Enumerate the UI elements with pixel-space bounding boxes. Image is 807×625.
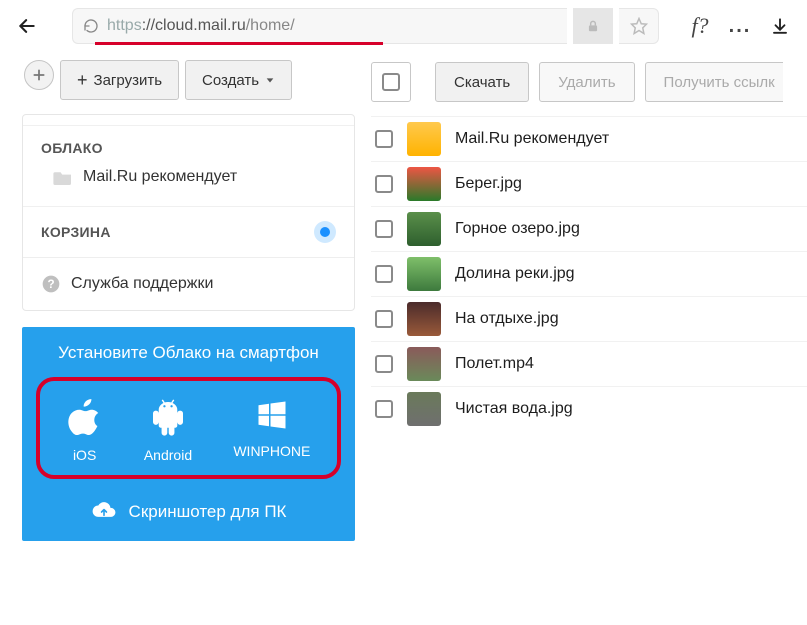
file-name: Долина реки.jpg — [455, 265, 575, 283]
file-checkbox[interactable] — [375, 220, 393, 238]
file-row[interactable]: Чистая вода.jpg — [371, 386, 807, 431]
sidebar-card: ОБЛАКО Mail.Ru рекомендует КОРЗИНА ? Слу… — [22, 114, 355, 311]
screenshoter-label: Скриншотер для ПК — [129, 502, 287, 522]
radio-indicator — [314, 221, 336, 243]
file-thumbnail — [407, 167, 441, 201]
download-icon — [771, 17, 789, 35]
file-thumbnail — [407, 347, 441, 381]
upload-button[interactable]: + Загрузить — [60, 60, 179, 100]
file-name: Mail.Ru рекомендует — [455, 130, 609, 148]
back-button[interactable] — [10, 9, 44, 43]
platform-box: iOS Android WINPHONE — [36, 377, 341, 479]
file-name: На отдыхе.jpg — [455, 310, 559, 328]
file-thumbnail — [407, 392, 441, 426]
browser-bar: https://cloud.mail.ru/home/ f? ... — [0, 0, 807, 52]
arrow-left-icon — [17, 16, 37, 36]
folder-icon — [53, 169, 73, 185]
file-row[interactable]: На отдыхе.jpg — [371, 296, 807, 341]
bookmark-button[interactable] — [619, 8, 659, 44]
file-name: Берег.jpg — [455, 175, 522, 193]
delete-button[interactable]: Удалить — [539, 62, 634, 102]
platform-label: Android — [144, 447, 192, 463]
file-checkbox[interactable] — [375, 355, 393, 373]
cloud-header: ОБЛАКО — [41, 140, 336, 156]
lock-icon — [586, 19, 600, 33]
new-round-button[interactable] — [24, 60, 54, 90]
file-thumbnail — [407, 212, 441, 246]
action-row: + Загрузить Создать — [22, 60, 355, 100]
file-checkbox[interactable] — [375, 310, 393, 328]
platform-label: iOS — [73, 447, 96, 463]
file-row[interactable]: Долина реки.jpg — [371, 251, 807, 296]
file-checkbox[interactable] — [375, 400, 393, 418]
promo-card: Установите Облако на смартфон iOS Androi… — [22, 327, 355, 541]
file-row[interactable]: Горное озеро.jpg — [371, 206, 807, 251]
svg-text:?: ? — [47, 278, 54, 291]
select-all-checkbox[interactable] — [371, 62, 411, 102]
font-tool[interactable]: f? — [683, 9, 717, 43]
trash-header[interactable]: КОРЗИНА — [41, 221, 336, 243]
help-icon: ? — [41, 274, 61, 294]
promo-title: Установите Облако на смартфон — [36, 343, 341, 363]
file-name: Полет.mp4 — [455, 355, 534, 373]
windows-icon — [254, 397, 290, 433]
file-name: Горное озеро.jpg — [455, 220, 580, 238]
android-icon — [150, 397, 186, 437]
reload-icon — [83, 18, 99, 34]
upload-label: Загрузить — [94, 72, 163, 89]
cloud-icon — [91, 501, 117, 523]
apple-icon — [67, 397, 103, 437]
support-link[interactable]: ? Служба поддержки — [23, 257, 354, 310]
right-column: Скачать Удалить Получить ссылк Mail.Ru р… — [365, 60, 807, 625]
sidebar-item-label: Mail.Ru рекомендует — [83, 168, 237, 186]
platform-android[interactable]: Android — [144, 397, 192, 463]
get-link-button[interactable]: Получить ссылк — [645, 62, 783, 102]
folder-icon — [407, 122, 441, 156]
support-label: Служба поддержки — [71, 275, 213, 293]
file-checkbox[interactable] — [375, 130, 393, 148]
file-checkbox[interactable] — [375, 265, 393, 283]
file-thumbnail — [407, 257, 441, 291]
file-toolbar: Скачать Удалить Получить ссылк — [371, 60, 807, 116]
platform-label: WINPHONE — [233, 443, 310, 459]
lock-button[interactable] — [573, 8, 613, 44]
file-name: Чистая вода.jpg — [455, 400, 573, 418]
chevron-down-icon — [265, 75, 275, 85]
plus-icon — [32, 68, 46, 82]
more-menu[interactable]: ... — [723, 9, 757, 43]
sidebar-item-recommendation[interactable]: Mail.Ru рекомендует — [41, 156, 336, 192]
content: + Загрузить Создать ОБЛАКО Mail.Ru реком… — [0, 52, 807, 625]
file-row[interactable]: Берег.jpg — [371, 161, 807, 206]
file-list: Mail.Ru рекомендует Берег.jpg Горное озеро… — [371, 116, 807, 431]
downloads-button[interactable] — [763, 9, 797, 43]
create-label: Создать — [202, 72, 259, 89]
platform-ios[interactable]: iOS — [67, 397, 103, 463]
platform-winphone[interactable]: WINPHONE — [233, 397, 310, 463]
left-column: + Загрузить Создать ОБЛАКО Mail.Ru реком… — [0, 60, 365, 625]
file-thumbnail — [407, 302, 441, 336]
url-text: https://cloud.mail.ru/home/ — [107, 17, 295, 35]
create-button[interactable]: Создать — [185, 60, 292, 100]
file-row[interactable]: Mail.Ru рекомендует — [371, 116, 807, 161]
url-highlight — [95, 42, 383, 45]
address-bar[interactable]: https://cloud.mail.ru/home/ — [72, 8, 567, 44]
file-checkbox[interactable] — [375, 175, 393, 193]
star-icon — [630, 17, 648, 35]
download-button[interactable]: Скачать — [435, 62, 529, 102]
file-row[interactable]: Полет.mp4 — [371, 341, 807, 386]
screenshoter-link[interactable]: Скриншотер для ПК — [36, 501, 341, 523]
